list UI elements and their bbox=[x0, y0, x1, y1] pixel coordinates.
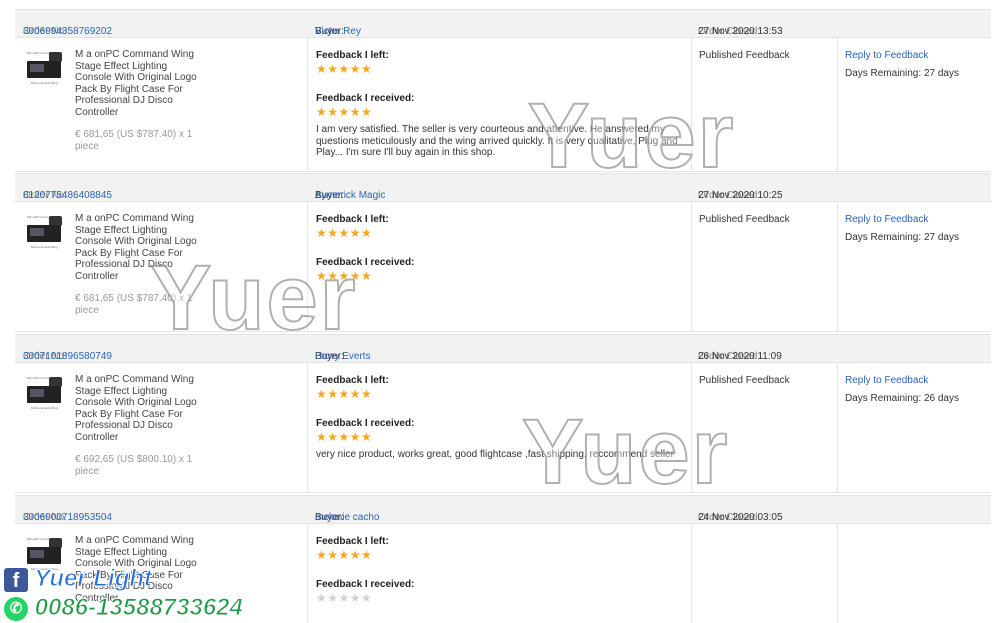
closed-date: 24 Nov 2020 03:05 bbox=[698, 512, 783, 523]
order-header: Order No: 8120775486408845 Buyer: Aymeri… bbox=[15, 173, 991, 202]
buyer-link[interactable]: melanie cacho bbox=[315, 512, 379, 523]
buyer-link[interactable]: Harry Everts bbox=[315, 351, 371, 362]
social-phone: ✆ 0086-13588733624 bbox=[4, 594, 243, 622]
published-status: Published Feedback bbox=[699, 375, 790, 386]
order-header: Order No: 3006900718953504 Buyer: melani… bbox=[15, 495, 991, 524]
product-title[interactable]: M a onPC Command Wing Stage Effect Light… bbox=[75, 49, 205, 118]
order-header: Order No: 3006994358769202 Buyer: Victor… bbox=[15, 9, 991, 38]
order-number-link[interactable]: 8120775486408845 bbox=[23, 190, 112, 201]
published-status: Published Feedback bbox=[699, 214, 790, 225]
product-thumbnail[interactable]: MA onPC Controller MA Command Wing bbox=[25, 375, 65, 415]
product-price: € 681,65 (US $787.40) x 1 piece bbox=[75, 293, 193, 316]
order-row: Order No: 8120775486408845 Buyer: Aymeri… bbox=[15, 173, 991, 332]
feedback-received-stars: ★★★★★ bbox=[316, 591, 373, 605]
reply-to-feedback-link[interactable]: Reply to Feedback bbox=[845, 375, 928, 386]
product-price: € 681,65 (US $787.40) x 1 piece bbox=[75, 129, 193, 152]
closed-date: 27 Nov 2020 13:53 bbox=[698, 26, 783, 37]
feedback-comment: very nice product, works great, good fli… bbox=[316, 449, 674, 460]
order-body: MA onPC Controller MA Command Wing M a on… bbox=[15, 202, 991, 332]
order-row: Order No: 3006994358769202 Buyer: Victor… bbox=[15, 9, 991, 172]
product-thumbnail[interactable]: MA onPC Controller MA Command Wing bbox=[25, 214, 65, 254]
order-body: MA onPC Controller MA Command Wing M a on… bbox=[15, 38, 991, 172]
product-title[interactable]: M a onPC Command Wing Stage Effect Light… bbox=[75, 374, 205, 443]
reply-to-feedback-link[interactable]: Reply to Feedback bbox=[845, 50, 928, 61]
product-price: € 692,65 (US $800.10) x 1 piece bbox=[75, 454, 193, 477]
feedback-left-label: Feedback I left: bbox=[316, 50, 389, 61]
closed-date: 27 Nov 2020 10:25 bbox=[698, 190, 783, 201]
feedback-received-label: Feedback I received: bbox=[316, 257, 415, 268]
order-number-link[interactable]: 3006900718953504 bbox=[23, 512, 112, 523]
feedback-received-label: Feedback I received: bbox=[316, 93, 415, 104]
order-body: MA onPC Controller MA Command Wing M a on… bbox=[15, 363, 991, 493]
published-status: Published Feedback bbox=[699, 50, 790, 61]
feedback-left-stars: ★★★★★ bbox=[316, 548, 373, 562]
feedback-received-stars: ★★★★★ bbox=[316, 269, 373, 283]
social-brand: f Yuer Light bbox=[4, 565, 153, 593]
order-number-link[interactable]: 3006994358769202 bbox=[23, 26, 112, 37]
buyer-link[interactable]: Victor Rey bbox=[315, 26, 361, 37]
facebook-icon: f bbox=[4, 567, 28, 592]
order-header: Order No: 3007101896580749 Buyer: Harry … bbox=[15, 334, 991, 363]
feedback-left-stars: ★★★★★ bbox=[316, 387, 373, 401]
feedback-received-label: Feedback I received: bbox=[316, 579, 415, 590]
order-row: Order No: 3007101896580749 Buyer: Harry … bbox=[15, 334, 991, 493]
closed-date: 26 Nov 2020 11:09 bbox=[698, 351, 782, 362]
days-remaining: 27 days bbox=[923, 232, 959, 243]
whatsapp-icon: ✆ bbox=[4, 596, 28, 621]
feedback-left-stars: ★★★★★ bbox=[316, 62, 373, 76]
days-remaining: 27 days bbox=[923, 68, 959, 79]
feedback-comment: I am very satisfied. The seller is very … bbox=[316, 124, 678, 158]
product-title[interactable]: M a onPC Command Wing Stage Effect Light… bbox=[75, 213, 205, 282]
product-thumbnail[interactable]: MA onPC Controller MA Command Wing bbox=[25, 50, 65, 90]
order-number-link[interactable]: 3007101896580749 bbox=[23, 351, 112, 362]
feedback-received-label: Feedback I received: bbox=[316, 418, 415, 429]
reply-to-feedback-link[interactable]: Reply to Feedback bbox=[845, 214, 928, 225]
feedback-received-stars: ★★★★★ bbox=[316, 430, 373, 444]
buyer-link[interactable]: Aymerick Magic bbox=[315, 190, 385, 201]
feedback-left-stars: ★★★★★ bbox=[316, 226, 373, 240]
feedback-left-label: Feedback I left: bbox=[316, 536, 389, 547]
feedback-received-stars: ★★★★★ bbox=[316, 105, 373, 119]
days-remaining: 26 days bbox=[923, 393, 959, 404]
feedback-left-label: Feedback I left: bbox=[316, 214, 389, 225]
feedback-left-label: Feedback I left: bbox=[316, 375, 389, 386]
